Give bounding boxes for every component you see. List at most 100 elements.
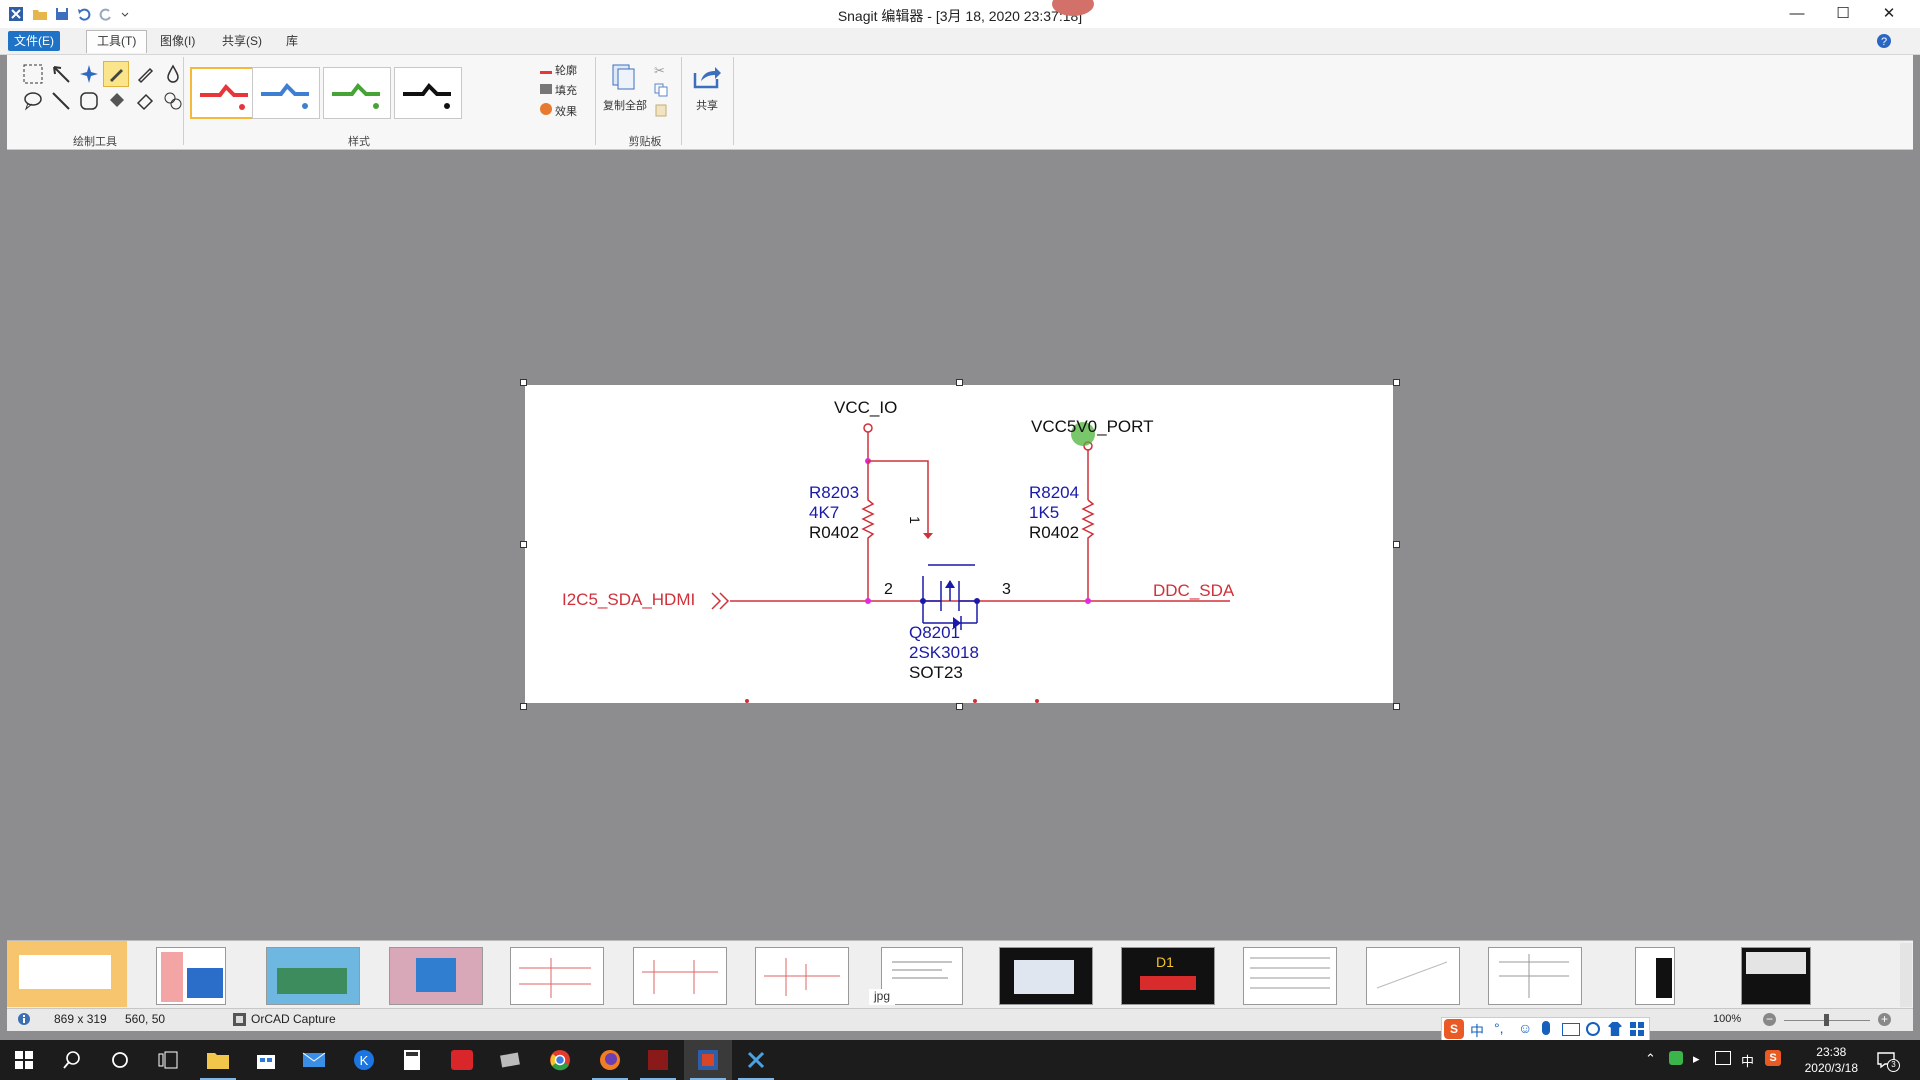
outline-button[interactable]: 轮廓 [540, 61, 577, 79]
ime-emoji-icon[interactable]: ☺ [1518, 1020, 1532, 1036]
copy-icon[interactable] [654, 83, 668, 97]
menu-tools[interactable]: 工具(T) [86, 30, 148, 53]
snagit-capture-taskbar-icon[interactable] [732, 1040, 780, 1080]
notification-center-icon[interactable]: 3 [1876, 1050, 1900, 1072]
thumbnail[interactable] [156, 947, 226, 1005]
thumbnail[interactable] [755, 947, 849, 1005]
tray-monitor-icon[interactable] [1715, 1051, 1731, 1065]
ime-mode[interactable]: 中 [1470, 1021, 1484, 1041]
menu-file[interactable]: 文件(E) [8, 31, 60, 51]
resize-handle-n[interactable] [956, 379, 963, 386]
adobe-icon[interactable] [634, 1040, 682, 1080]
close-button[interactable]: ✕ [1866, 0, 1912, 28]
file-explorer-icon[interactable] [194, 1040, 242, 1080]
sogou-ime-icon[interactable]: S [1444, 1019, 1464, 1039]
ime-voice-icon[interactable] [1542, 1021, 1550, 1035]
zoom-in-button[interactable]: + [1878, 1013, 1891, 1026]
thumbnail[interactable] [1366, 947, 1460, 1005]
calculator-icon[interactable] [388, 1040, 436, 1080]
resize-handle-ne[interactable] [1393, 379, 1400, 386]
zoom-level[interactable]: 100% [1713, 1013, 1741, 1025]
fill-bucket-tool-icon[interactable] [104, 88, 130, 114]
thumbnail-tray: jpg D1 [7, 940, 1913, 1009]
search-icon[interactable] [48, 1040, 96, 1080]
share-icon[interactable] [691, 63, 723, 91]
ime-user-icon[interactable] [1586, 1022, 1600, 1036]
cut-icon[interactable]: ✂ [654, 63, 668, 78]
copy-all-icon[interactable] [609, 63, 637, 91]
zoom-slider-thumb[interactable] [1824, 1014, 1829, 1026]
resize-handle-w[interactable] [520, 541, 527, 548]
thumbnail[interactable] [1635, 947, 1675, 1005]
thumbnail-selected[interactable] [7, 941, 127, 1007]
resize-handle-sw[interactable] [520, 703, 527, 710]
clock-date: 2020/3/18 [1804, 1061, 1858, 1075]
tray-app-icon[interactable] [1669, 1051, 1683, 1065]
menu-image[interactable]: 图像(I) [150, 31, 205, 51]
resize-handle-e[interactable] [1393, 541, 1400, 548]
firefox-icon[interactable] [586, 1040, 634, 1080]
mail-icon[interactable] [290, 1040, 338, 1080]
fill-button[interactable]: 填充 [540, 82, 577, 100]
resize-handle-nw[interactable] [520, 379, 527, 386]
input-language[interactable]: 中 [1741, 1051, 1754, 1070]
thumbnail[interactable] [266, 947, 360, 1005]
menu-share[interactable]: 共享(S) [212, 31, 272, 51]
eraser-tool-icon[interactable] [132, 88, 158, 114]
paste-icon[interactable] [654, 103, 668, 117]
style-swatch-black[interactable] [394, 67, 462, 119]
maximize-button[interactable]: ☐ [1820, 0, 1866, 28]
store-icon[interactable] [242, 1040, 290, 1080]
snagit-editor-taskbar-icon[interactable] [684, 1040, 732, 1080]
ribbon-separator [681, 57, 682, 145]
thumbnail[interactable] [1243, 947, 1337, 1005]
resize-handle-se[interactable] [1393, 703, 1400, 710]
pen-tool-icon[interactable] [103, 61, 129, 87]
tool-app-icon[interactable] [486, 1040, 534, 1080]
info-icon[interactable] [17, 1012, 31, 1026]
sogou-tray-icon[interactable]: S [1765, 1050, 1781, 1066]
selection-tool-icon[interactable] [20, 61, 46, 87]
share-button[interactable]: 共享 [696, 97, 718, 115]
tray-expand-icon[interactable]: ⌃ [1645, 1051, 1656, 1067]
style-swatch-red[interactable] [190, 67, 258, 119]
ime-toolbox-icon[interactable] [1630, 1022, 1644, 1036]
thumbnail[interactable] [1488, 947, 1582, 1005]
task-view-icon[interactable] [144, 1040, 192, 1080]
help-icon[interactable]: ? [1876, 33, 1892, 49]
network-icon[interactable]: ▸ [1693, 1051, 1700, 1067]
thumbnail[interactable] [1741, 947, 1811, 1005]
windows-taskbar: K ⌃ ▸ 中 S 23:38 2020/3/18 3 [0, 1040, 1920, 1080]
ime-punctuation-icon[interactable]: °, [1494, 1020, 1504, 1036]
callout-tool-icon[interactable] [20, 88, 46, 114]
style-swatch-blue[interactable] [252, 67, 320, 119]
chrome-icon[interactable] [536, 1040, 584, 1080]
shape-tool-icon[interactable] [76, 88, 102, 114]
copy-all-button[interactable]: 复制全部 [603, 97, 647, 115]
line-tool-icon[interactable] [48, 88, 74, 114]
thumbnail[interactable] [633, 947, 727, 1005]
ime-keyboard-icon[interactable] [1562, 1023, 1580, 1036]
clock[interactable]: 23:38 2020/3/18 [1805, 1044, 1858, 1076]
minimize-button[interactable]: — [1774, 0, 1820, 28]
thumbnail[interactable] [999, 947, 1093, 1005]
arrow-tool-icon[interactable] [48, 61, 74, 87]
cortana-icon[interactable] [96, 1040, 144, 1080]
menu-library[interactable]: 库 [276, 31, 308, 51]
zoom-out-button[interactable]: − [1763, 1013, 1776, 1026]
thumbnail[interactable] [389, 947, 483, 1005]
start-button[interactable] [0, 1040, 48, 1080]
schematic-image[interactable]: VCC_IO VCC5V0_PORT R8203 4K7 R0402 R8204… [525, 385, 1393, 703]
thumbnail[interactable]: D1 [1121, 947, 1215, 1005]
resize-handle-s[interactable] [956, 703, 963, 710]
highlighter-tool-icon[interactable] [132, 61, 158, 87]
ime-skin-icon[interactable] [1608, 1022, 1622, 1036]
kugou-icon[interactable]: K [340, 1040, 388, 1080]
thumbnail[interactable] [510, 947, 604, 1005]
stamp-tool-icon[interactable] [76, 61, 102, 87]
effects-button[interactable]: 效果 [540, 103, 577, 121]
style-swatch-green[interactable] [323, 67, 391, 119]
thumbnail-scrollbar[interactable] [1900, 943, 1912, 1007]
svg-text:?: ? [1881, 36, 1887, 48]
youdao-icon[interactable] [438, 1040, 486, 1080]
